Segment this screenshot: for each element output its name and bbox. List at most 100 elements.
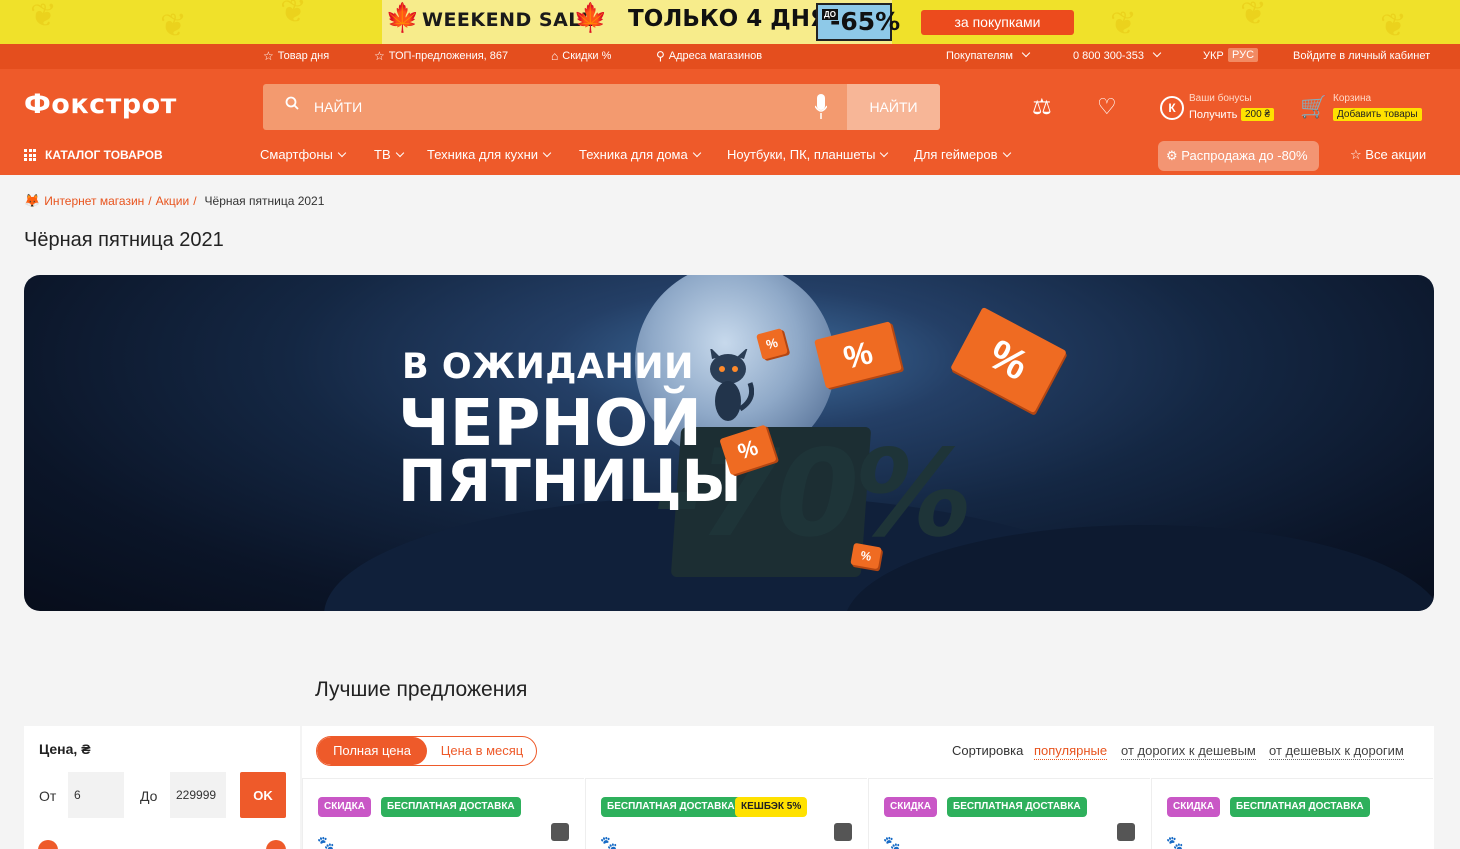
price-to-input[interactable] <box>170 772 226 818</box>
search-button[interactable]: НАЙТИ <box>847 84 940 130</box>
chevron-down-icon <box>692 148 701 158</box>
discount-badge: СКИДКА <box>318 797 371 817</box>
nav-home[interactable]: Техника для дома <box>579 147 701 162</box>
site-header: ☆ Товар дня ☆ ТОП-предложения, 867 ⌂ Скидки… <box>0 44 1460 175</box>
compare-icon[interactable] <box>1117 823 1135 841</box>
products-panel: Полная цена Цена в месяц Сортировка попу… <box>302 726 1434 849</box>
sort-price-asc[interactable]: от дешевых к дорогим <box>1269 743 1404 760</box>
breadcrumb-home[interactable]: Интернет магазин <box>44 194 144 208</box>
heart-icon[interactable]: ♡ <box>1097 96 1117 118</box>
sort-price-desc[interactable]: от дорогих к дешевым <box>1121 743 1256 760</box>
nav-tv[interactable]: ТВ <box>374 147 404 162</box>
chevron-down-icon <box>1021 48 1031 58</box>
paw-icon: 🐾 <box>317 835 335 849</box>
bonus-icon[interactable]: К <box>1160 96 1184 120</box>
all-promos-link[interactable]: ☆ Все акции <box>1350 147 1426 163</box>
weekend-sale-title: WEEKEND SALE <box>422 9 595 31</box>
leaf-decoration-icon: ❦ <box>1240 0 1267 31</box>
product-card[interactable]: СКИДКА БЕСПЛАТНАЯ ДОСТАВКА 🐾 <box>1151 778 1433 849</box>
discount-badge: СКИДКА <box>884 797 937 817</box>
star-icon: ☆ <box>374 49 385 63</box>
best-offers-title: Лучшие предложения <box>315 678 528 701</box>
price-from-input[interactable] <box>68 772 124 818</box>
search-bar[interactable]: НАЙТИ НАЙТИ <box>263 84 940 130</box>
chevron-down-icon <box>880 148 889 158</box>
price-to-label: До <box>140 788 158 804</box>
star-icon: ☆ <box>263 49 274 63</box>
leaf-decoration-icon: ❦ <box>30 0 57 33</box>
topbar-link-top-offers[interactable]: ☆ ТОП-предложения, 867 <box>374 50 508 62</box>
topbar-link-discounts[interactable]: ⌂ Скидки % <box>551 50 611 62</box>
only-4-days-title: ТОЛЬКО 4 ДНЯ <box>628 6 828 32</box>
bonus-get-link[interactable]: Получить <box>1189 109 1237 121</box>
login-link[interactable]: Войдите в личный кабинет <box>1293 50 1430 62</box>
star-icon: ☆ <box>1350 147 1366 162</box>
grid-icon <box>24 149 36 161</box>
search-input[interactable]: НАЙТИ <box>314 99 362 115</box>
breadcrumb-current: Чёрная пятница 2021 <box>204 194 325 208</box>
tag-icon: ⌂ <box>551 49 559 63</box>
lang-ua[interactable]: УКР <box>1203 50 1224 62</box>
lang-ru[interactable]: РУС <box>1228 48 1259 62</box>
maple-leaf-icon: 🍁 <box>573 2 608 33</box>
price-mode-toggle[interactable]: Полная цена Цена в месяц <box>316 736 537 766</box>
discount-badge: СКИДКА <box>1167 797 1220 817</box>
promo-banner[interactable]: -70% В ОЖИДАНИИ ЧЕРНОЙ ПЯТНИЦЫ % % % % % <box>24 275 1434 611</box>
product-card[interactable]: БЕСПЛАТНАЯ ДОСТАВКА КЕШБЭК 5% 🐾 <box>585 778 867 849</box>
chevron-down-icon <box>542 148 552 158</box>
chevron-down-icon <box>1152 48 1162 58</box>
chevron-down-icon <box>395 148 404 158</box>
nav-smartphones[interactable]: Смартфоны <box>260 147 347 162</box>
nav-kitchen[interactable]: Техника для кухни <box>427 147 552 162</box>
page-title: Чёрная пятница 2021 <box>24 229 224 251</box>
full-price-tab[interactable]: Полная цена <box>317 737 427 765</box>
price-filter-title: Цена, ₴ <box>39 741 91 757</box>
breadcrumb-promos[interactable]: Акции <box>156 194 190 208</box>
phone-menu[interactable]: 0 800 300-353 <box>1073 48 1162 62</box>
cart-title: Корзина <box>1333 93 1372 104</box>
price-filter: Цена, ₴ От До OK <box>24 726 300 849</box>
compare-scales-icon[interactable]: ⚖ <box>1032 96 1052 118</box>
compare-icon[interactable] <box>834 823 852 841</box>
product-card[interactable]: СКИДКА БЕСПЛАТНАЯ ДОСТАВКА 🐾 <box>302 778 584 849</box>
monthly-price-tab[interactable]: Цена в месяц <box>427 737 536 765</box>
percent-tag-icon: % <box>950 306 1067 414</box>
free-delivery-badge: БЕСПЛАТНАЯ ДОСТАВКА <box>381 797 521 817</box>
sort-label: Сортировка <box>952 743 1024 758</box>
buyers-menu[interactable]: Покупателям <box>946 48 1031 62</box>
cart-add-items-badge[interactable]: Добавить товары <box>1333 108 1422 121</box>
banner-line-1: В ОЖИДАНИИ <box>402 347 694 387</box>
microphone-icon[interactable] <box>815 94 827 120</box>
price-from-label: От <box>39 788 57 804</box>
sale-button[interactable]: ⚙ Распродажа до -80% <box>1158 141 1319 171</box>
free-delivery-badge: БЕСПЛАТНАЯ ДОСТАВКА <box>1230 797 1370 817</box>
sort-popular[interactable]: популярные <box>1034 743 1108 760</box>
price-slider-max-handle[interactable] <box>266 840 286 849</box>
site-logo[interactable]: Фокстрот <box>24 89 177 120</box>
paw-icon: 🐾 <box>600 835 618 849</box>
price-slider-min-handle[interactable] <box>38 840 58 849</box>
cart-icon[interactable]: 🛒 <box>1300 96 1327 118</box>
percent-tag-icon: % <box>850 542 882 570</box>
fox-icon: 🦊 <box>24 193 41 208</box>
shop-now-button[interactable]: за покупками <box>921 10 1074 35</box>
catalog-button[interactable]: КАТАЛОГ ТОВАРОВ <box>24 148 163 162</box>
nav-laptops[interactable]: Ноутбуки, ПК, планшеты <box>727 147 889 162</box>
product-card[interactable]: СКИДКА БЕСПЛАТНАЯ ДОСТАВКА 🐾 <box>868 778 1150 849</box>
free-delivery-badge: БЕСПЛАТНАЯ ДОСТАВКА <box>601 797 741 817</box>
price-apply-button[interactable]: OK <box>240 772 286 818</box>
top-bar: ☆ Товар дня ☆ ТОП-предложения, 867 ⌂ Скидки… <box>0 44 1460 69</box>
chevron-down-icon <box>1002 148 1011 158</box>
leaf-decoration-icon: ❦ <box>280 0 307 29</box>
search-icon <box>285 96 299 110</box>
paw-icon: 🐾 <box>1166 835 1184 849</box>
discount-value: -65% <box>830 7 901 36</box>
compare-icon[interactable] <box>551 823 569 841</box>
location-pin-icon: ⚲ <box>656 49 665 63</box>
nav-gamers[interactable]: Для геймеров <box>914 147 1011 162</box>
promo-strip[interactable]: ❦ ❦ ❦ ❦ ❦ ❦ 🍁 WEEKEND SALE 🍁 ТОЛЬКО 4 ДН… <box>0 0 1460 44</box>
breadcrumb: 🦊 Интернет магазин / Акции / Чёрная пятниц… <box>24 193 325 208</box>
topbar-link-product-of-day[interactable]: ☆ Товар дня <box>263 50 329 62</box>
topbar-link-store-addresses[interactable]: ⚲ Адреса магазинов <box>656 50 762 62</box>
bonus-amount-badge: 200 ₴ <box>1241 108 1275 121</box>
